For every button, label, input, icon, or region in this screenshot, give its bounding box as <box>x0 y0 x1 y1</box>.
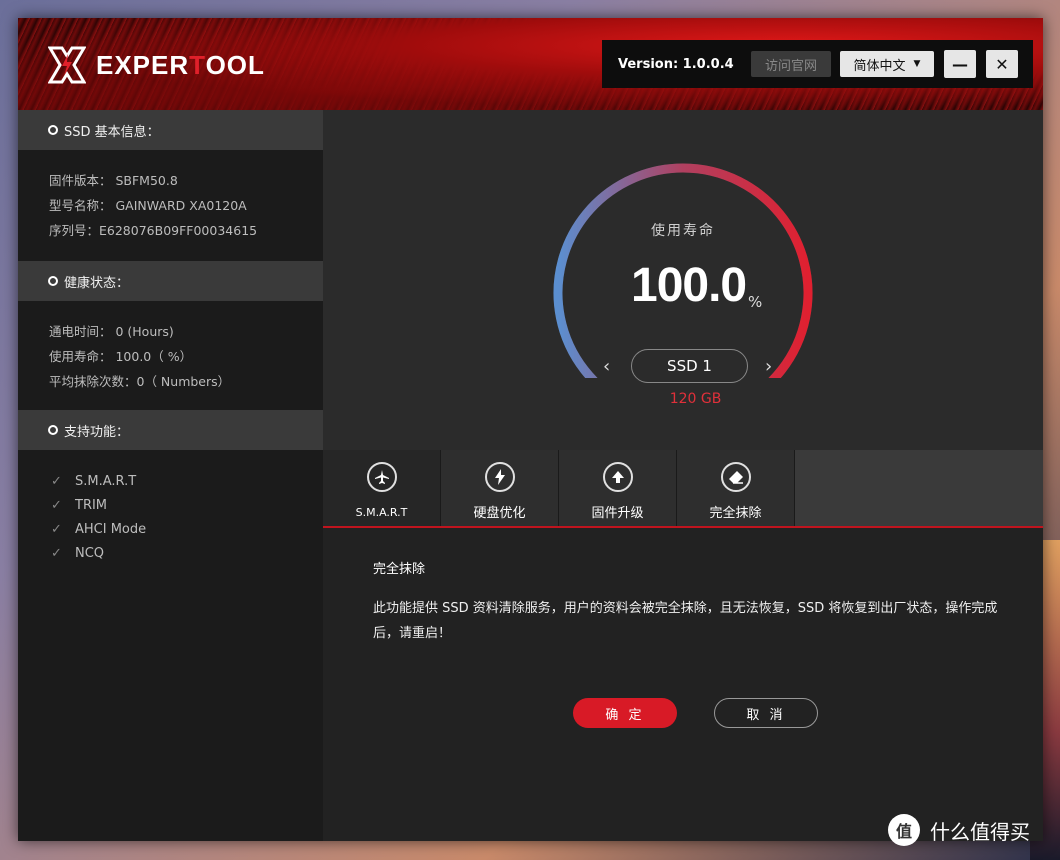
tab-firmware[interactable]: 固件升级 <box>559 450 677 526</box>
tab-label: 硬盘优化 <box>473 506 526 521</box>
upload-icon <box>602 462 633 492</box>
tab-label: 固件升级 <box>591 506 644 521</box>
title-bar-controls: Version: 1.0.0.4 访问官网 简体中文 ▼ — ✕ <box>602 40 1033 88</box>
lifespan-label: 使用寿命 <box>651 223 715 239</box>
minimize-icon: — <box>952 54 968 74</box>
logo-wordmark: EXPERTOOL <box>96 49 265 80</box>
tab-optimize[interactable]: 硬盘优化 <box>441 450 559 526</box>
ssd-info-title: SSD 基本信息： <box>64 124 160 140</box>
power-on-row: 通电时间： 0 (Hours) <box>49 324 174 339</box>
serial-row: 序列号：E628076B09FF00034615 <box>49 223 258 238</box>
next-drive-button[interactable]: › <box>765 356 772 377</box>
version-label: Version: 1.0.0.4 <box>618 56 734 72</box>
airplane-icon <box>366 462 397 492</box>
feature-item: ✓ S.M.A.R.T <box>49 470 323 494</box>
drive-capacity: 120 GB <box>669 391 722 407</box>
watermark: 值 什么值得买 <box>888 814 1030 846</box>
lifespan-row: 使用寿命： 100.0（ %） <box>49 349 193 364</box>
erase-count-row: 平均抹除次数：0（ Numbers） <box>49 374 231 389</box>
ssd-info-body: 固件版本： SBFM50.8 型号名称： GAINWARD XA0120A 序列… <box>18 150 323 261</box>
watermark-badge: 值 <box>888 814 920 846</box>
close-button[interactable]: ✕ <box>986 50 1018 78</box>
feature-item: ✓ AHCI Mode <box>49 518 323 542</box>
minimize-button[interactable]: — <box>944 50 976 78</box>
feature-item: ✓ NCQ <box>49 542 323 566</box>
circle-bullet-icon <box>48 425 58 435</box>
tab-smart[interactable]: S.M.A.R.T <box>323 450 441 526</box>
panel-description: 此功能提供 SSD 资料清除服务，用户的资料会被完全抹除，且无法恢复，SSD 将… <box>373 601 998 641</box>
health-title: 健康状态： <box>64 275 130 291</box>
language-value: 简体中文 <box>853 58 906 74</box>
visit-site-button[interactable]: 访问官网 <box>751 51 831 77</box>
panel-title: 完全抹除 <box>373 562 426 577</box>
health-body: 通电时间： 0 (Hours) 使用寿命： 100.0（ %） 平均抹除次数：0… <box>18 301 323 410</box>
firmware-row: 固件版本： SBFM50.8 <box>49 173 178 188</box>
sidebar: SSD 基本信息： 固件版本： SBFM50.8 型号名称： GAINWARD … <box>18 110 323 841</box>
tab-bar-filler <box>795 450 1043 528</box>
app-window: EXPERTOOL Version: 1.0.0.4 访问官网 简体中文 ▼ —… <box>18 18 1043 841</box>
model-row: 型号名称： GAINWARD XA0120A <box>49 198 247 213</box>
eraser-icon <box>720 462 751 492</box>
circle-bullet-icon <box>48 125 58 135</box>
gauge-area: 使用寿命 100.0 % ‹ SSD 1 › 120 GB <box>323 110 1043 450</box>
caret-down-icon: ▼ <box>913 59 921 69</box>
header-banner: EXPERTOOL Version: 1.0.0.4 访问官网 简体中文 ▼ —… <box>18 18 1043 110</box>
prev-drive-button[interactable]: ‹ <box>603 356 610 377</box>
lightning-icon <box>484 462 515 492</box>
tab-label: 完全抹除 <box>709 506 762 521</box>
check-icon: ✓ <box>51 546 62 561</box>
confirm-button[interactable]: 确 定 <box>573 698 677 728</box>
logo-mark-icon <box>47 46 87 84</box>
ssd-info-header: SSD 基本信息： <box>18 110 323 150</box>
language-dropdown[interactable]: 简体中文 ▼ <box>840 51 934 77</box>
tab-secure-erase[interactable]: 完全抹除 <box>677 450 795 526</box>
close-icon: ✕ <box>995 54 1009 74</box>
main-panel: 使用寿命 100.0 % ‹ SSD 1 › 120 GB S.M.A.R.T … <box>323 110 1043 841</box>
lifespan-value: 100.0 <box>631 259 747 312</box>
features-body: ✓ S.M.A.R.T ✓ TRIM ✓ AHCI Mode ✓ NCQ <box>18 450 323 580</box>
erase-panel: 完全抹除 此功能提供 SSD 资料清除服务，用户的资料会被完全抹除，且无法恢复，… <box>323 528 1043 841</box>
tab-label: S.M.A.R.T <box>355 506 408 519</box>
feature-item: ✓ TRIM <box>49 494 323 518</box>
health-header: 健康状态： <box>18 261 323 301</box>
check-icon: ✓ <box>51 498 62 513</box>
function-tabs: S.M.A.R.T 硬盘优化 固件升级 完全抹除 <box>323 450 1043 528</box>
logo: EXPERTOOL <box>47 46 265 84</box>
cancel-button[interactable]: 取 消 <box>714 698 818 728</box>
circle-bullet-icon <box>48 276 58 286</box>
check-icon: ✓ <box>51 474 62 489</box>
lifespan-unit: % <box>748 293 763 311</box>
watermark-text: 什么值得买 <box>930 819 1030 844</box>
features-header: 支持功能： <box>18 410 323 450</box>
check-icon: ✓ <box>51 522 62 537</box>
features-title: 支持功能： <box>64 424 130 440</box>
drive-selector[interactable]: SSD 1 <box>631 349 748 383</box>
